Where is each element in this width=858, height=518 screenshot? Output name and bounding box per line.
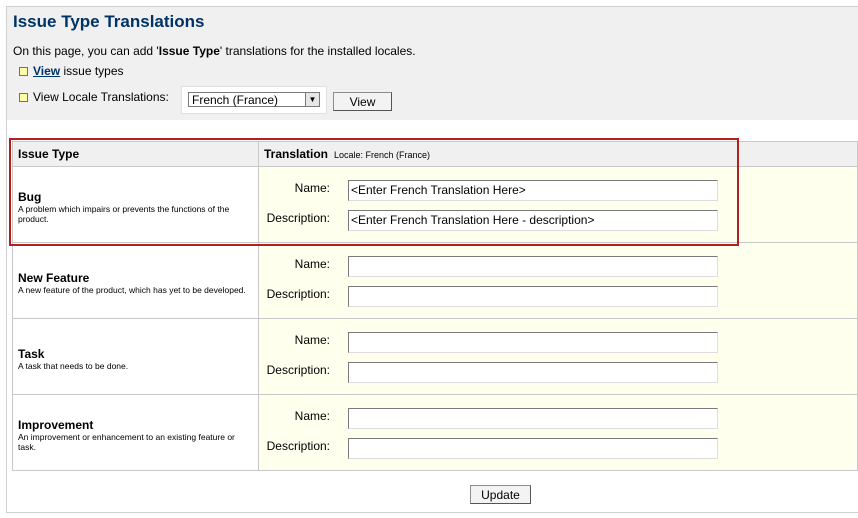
- locale-select-value: French (France): [192, 93, 279, 107]
- description-input[interactable]: [348, 361, 718, 383]
- name-input[interactable]: [348, 331, 718, 353]
- bullet-icon: [19, 93, 28, 103]
- name-label: Name:: [294, 180, 330, 195]
- translations-table: Issue Type Translation Locale: French (Fr…: [12, 141, 858, 471]
- view-issue-types-row: View issue types: [19, 64, 124, 78]
- issue-type-name: Improvement: [18, 417, 94, 432]
- table-row: Bug A problem which impairs or prevents …: [12, 166, 858, 243]
- name-field-row: Name:: [259, 175, 857, 205]
- name-input[interactable]: [348, 255, 718, 277]
- table-row: Improvement An improvement or enhancemen…: [12, 394, 858, 471]
- description-field-row: Description:: [259, 281, 857, 311]
- locale-label-wrap: View Locale Translations:: [19, 90, 169, 104]
- view-locale-button[interactable]: View: [333, 92, 392, 111]
- description-label: Description:: [266, 362, 330, 377]
- issue-type-description: A problem which impairs or prevents the …: [18, 203, 230, 224]
- table-row: Task A task that needs to be done. Name:…: [12, 318, 858, 395]
- issue-type-description: An improvement or enhancement to an exis…: [18, 431, 235, 452]
- description-input[interactable]: [348, 437, 718, 459]
- table-header-row: Issue Type Translation Locale: French (Fr…: [12, 141, 858, 167]
- issue-type-name: New Feature: [18, 270, 90, 285]
- update-button[interactable]: Update: [470, 485, 531, 504]
- table-row: New Feature A new feature of the product…: [12, 242, 858, 319]
- name-label: Name:: [294, 256, 330, 271]
- chevron-down-icon[interactable]: ▼: [305, 93, 319, 106]
- issue-type-cell: Bug A problem which impairs or prevents …: [12, 166, 259, 243]
- col-translation: Translation Locale: French (France): [258, 141, 858, 167]
- description-label: Description:: [266, 210, 330, 225]
- issue-type-name: Bug: [18, 189, 42, 204]
- locale-note: Locale: French (France): [334, 150, 431, 160]
- intro-text: On this page, you can add 'Issue Type' t…: [13, 44, 416, 58]
- col-issue-type: Issue Type: [12, 141, 259, 167]
- page-title: Issue Type Translations: [13, 12, 205, 31]
- name-label: Name:: [294, 332, 330, 347]
- description-label: Description:: [266, 438, 330, 453]
- name-input[interactable]: [348, 407, 718, 429]
- issue-type-cell: Task A task that needs to be done.: [12, 318, 259, 395]
- issue-type-cell: New Feature A new feature of the product…: [12, 242, 259, 319]
- issue-type-description: A task that needs to be done.: [18, 360, 129, 371]
- name-field-row: Name:: [259, 251, 857, 281]
- issue-type-cell: Improvement An improvement or enhancemen…: [12, 394, 259, 471]
- name-label: Name:: [294, 408, 330, 423]
- description-label: Description:: [266, 286, 330, 301]
- view-suffix: issue types: [60, 64, 124, 78]
- description-field-row: Description:: [259, 205, 857, 235]
- intro-after: ' translations for the installed locales…: [219, 44, 416, 58]
- intro-bold: Issue Type: [158, 44, 220, 58]
- translation-cell: Name: Description:: [258, 318, 858, 395]
- name-field-row: Name:: [259, 403, 857, 433]
- translation-cell: Name: Description:: [258, 394, 858, 471]
- description-field-row: Description:: [259, 433, 857, 463]
- name-field-row: Name:: [259, 327, 857, 357]
- locale-select-container: French (France) ▼: [181, 86, 327, 114]
- translation-cell: Name: Description:: [258, 242, 858, 319]
- intro-before: On this page, you can add ': [13, 44, 159, 58]
- locale-label: View Locale Translations:: [33, 90, 169, 104]
- issue-type-name: Task: [18, 346, 45, 361]
- bullet-icon: [19, 67, 28, 77]
- description-input[interactable]: [348, 285, 718, 307]
- translation-cell: Name: Description:: [258, 166, 858, 243]
- name-input[interactable]: [348, 179, 718, 201]
- description-input[interactable]: [348, 209, 718, 231]
- view-issue-types-link[interactable]: View: [33, 64, 60, 78]
- col-translation-label: Translation: [264, 147, 329, 161]
- issue-type-description: A new feature of the product, which has …: [18, 284, 246, 295]
- description-field-row: Description:: [259, 357, 857, 387]
- locale-select[interactable]: French (France) ▼: [188, 92, 320, 107]
- header-panel: Issue Type Translations On this page, yo…: [6, 6, 858, 120]
